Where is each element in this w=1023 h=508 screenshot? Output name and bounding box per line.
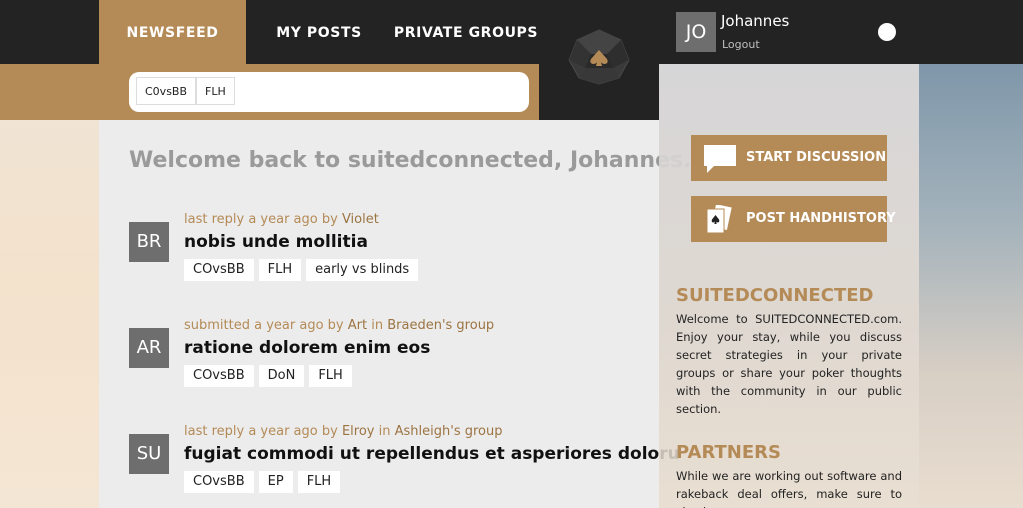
group-link[interactable]: Ashleigh's group (395, 424, 503, 439)
user-profile: JO Johannes Logout (676, 12, 789, 52)
newsfeed-panel: Welcome back to suitedconnected, Johanne… (99, 120, 691, 508)
avatar[interactable]: JO (676, 12, 716, 52)
post-title[interactable]: nobis unde mollitia (184, 232, 368, 252)
post-tags: COvsBB EP FLH (184, 471, 341, 493)
post-tags: COvsBB DoN FLH (184, 365, 352, 387)
site-logo-icon[interactable] (567, 28, 631, 86)
status-dot-icon[interactable] (878, 23, 896, 41)
partners-text: While we are working out software and ra… (676, 469, 902, 508)
post-tag[interactable]: early vs blinds (306, 259, 419, 281)
start-discussion-label: START DISCUSSION (746, 150, 887, 165)
meta-prefix: last reply a year ago by (184, 212, 338, 227)
tab-private-groups[interactable]: PRIVATE GROUPS (392, 0, 540, 64)
user-name[interactable]: Johannes (721, 12, 789, 30)
post-meta: last reply a year ago by Violet (184, 212, 379, 227)
about-heading: SUITEDCONNECTED (676, 285, 874, 306)
group-prefix: in (371, 318, 384, 333)
welcome-heading: Welcome back to suitedconnected, Johanne… (129, 148, 692, 173)
post-tag[interactable]: DoN (258, 365, 305, 387)
speech-bubble-icon (703, 144, 737, 178)
post-title[interactable]: fugiat commodi ut repellendus et asperio… (184, 444, 680, 464)
post-handhistory-button[interactable]: POST HANDHISTORY (691, 196, 896, 242)
post-tags: COvsBB FLH early vs blinds (184, 259, 419, 281)
filter-tag[interactable]: C0vsBB (136, 77, 197, 105)
avatar[interactable]: BR (129, 222, 169, 262)
tab-newsfeed[interactable]: NEWSFEED (99, 0, 246, 64)
group-prefix: in (378, 424, 391, 439)
post-tag[interactable]: COvsBB (184, 365, 254, 387)
post-tag[interactable]: EP (258, 471, 293, 493)
logout-link[interactable]: Logout (722, 38, 760, 51)
post-tag[interactable]: COvsBB (184, 471, 254, 493)
author-link[interactable]: Art (348, 318, 367, 333)
post-handhistory-label: POST HANDHISTORY (746, 211, 896, 226)
playing-cards-icon (703, 203, 737, 239)
tag-filter-input[interactable]: C0vsBB FLH (129, 72, 529, 112)
author-link[interactable]: Elroy (342, 424, 375, 439)
tab-my-posts[interactable]: MY POSTS (266, 0, 372, 64)
start-discussion-button[interactable]: START DISCUSSION (691, 135, 887, 181)
post-title[interactable]: ratione dolorem enim eos (184, 338, 430, 358)
avatar[interactable]: SU (129, 434, 169, 474)
author-link[interactable]: Violet (342, 212, 379, 227)
post-tag[interactable]: COvsBB (184, 259, 254, 281)
post-meta: last reply a year ago by Elroy in Ashlei… (184, 424, 503, 439)
post-tag[interactable]: FLH (309, 365, 352, 387)
background-right (919, 64, 1023, 508)
sidebar: START DISCUSSION POST HANDHISTORY SUITED… (659, 64, 919, 508)
avatar[interactable]: AR (129, 328, 169, 368)
background-left (0, 64, 99, 508)
post-tag[interactable]: FLH (297, 471, 341, 493)
about-text: Welcome to SUITEDCONNECTED.com. Enjoy yo… (676, 312, 902, 416)
meta-prefix: submitted a year ago by (184, 318, 344, 333)
meta-prefix: last reply a year ago by (184, 424, 338, 439)
post-meta: submitted a year ago by Art in Braeden's… (184, 318, 494, 333)
post-tag[interactable]: FLH (258, 259, 302, 281)
partners-heading: PARTNERS (676, 442, 781, 463)
filter-tag[interactable]: FLH (196, 77, 235, 105)
group-link[interactable]: Braeden's group (387, 318, 494, 333)
